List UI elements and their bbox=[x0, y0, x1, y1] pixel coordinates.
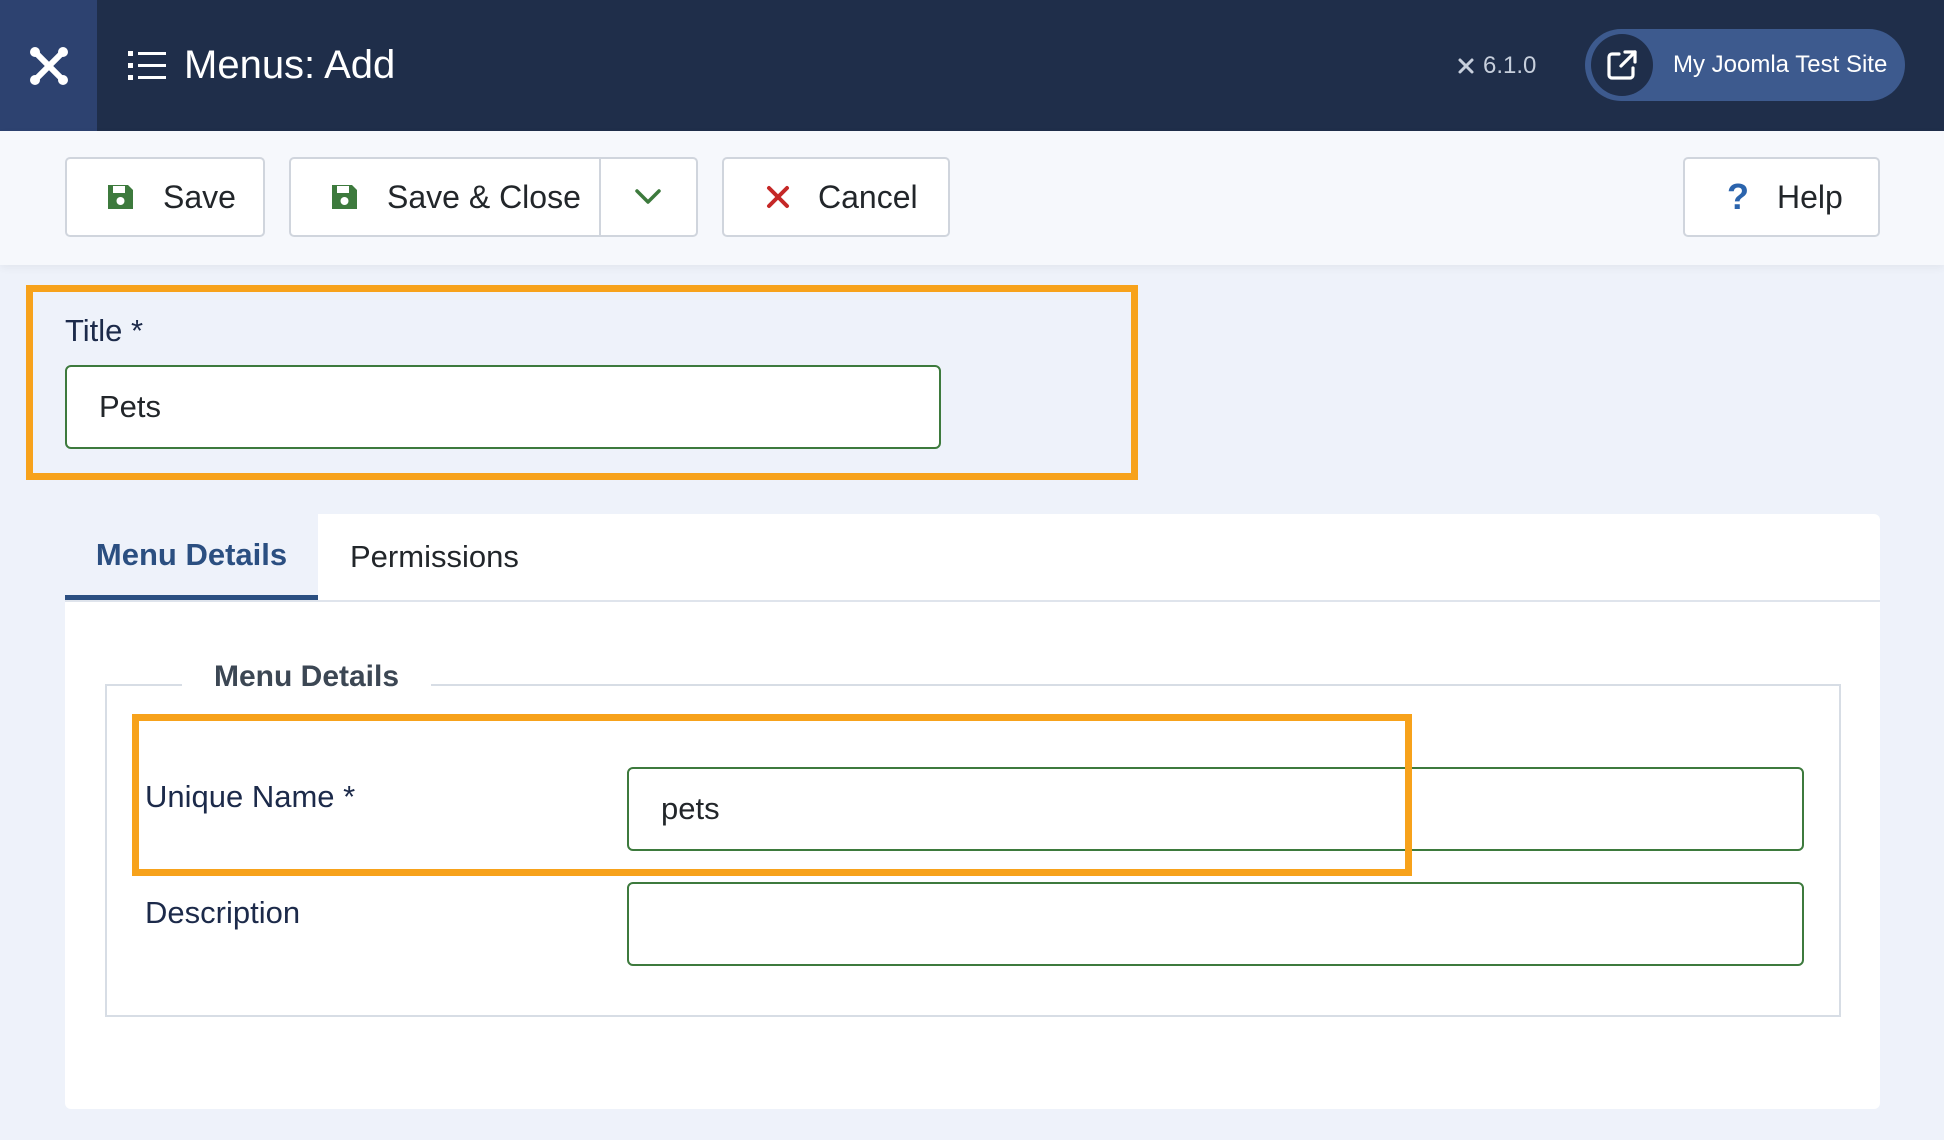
view-site-button[interactable]: My Joomla Test Site bbox=[1585, 29, 1905, 101]
title-label: Title * bbox=[65, 313, 144, 348]
save-button[interactable]: Save bbox=[65, 157, 265, 237]
tab-bar: Menu Details Permissions bbox=[65, 514, 1880, 602]
joomla-small-icon bbox=[1458, 58, 1474, 73]
version-text: 6.1.0 bbox=[1483, 51, 1537, 79]
joomla-logo[interactable] bbox=[0, 0, 97, 131]
unique-name-highlight-box bbox=[132, 714, 1412, 876]
page-title: Menus: Add bbox=[128, 0, 395, 131]
save-close-icon bbox=[329, 182, 359, 212]
save-close-label[interactable]: Save & Close bbox=[387, 179, 581, 216]
help-label: Help bbox=[1777, 178, 1843, 215]
title-input[interactable]: Pets bbox=[65, 365, 941, 449]
description-label: Description bbox=[145, 895, 301, 930]
top-header: Menus: Add 6.1.0 My Joomla Test Site bbox=[0, 0, 1944, 131]
close-icon bbox=[766, 185, 790, 209]
help-button[interactable]: ? Help bbox=[1683, 157, 1880, 237]
save-icon bbox=[105, 182, 135, 212]
page-title-text: Menus: Add bbox=[184, 43, 396, 87]
tab-permissions[interactable]: Permissions bbox=[350, 514, 519, 600]
version-info: 6.1.0 bbox=[1455, 0, 1536, 131]
title-input-value: Pets bbox=[99, 389, 162, 424]
save-label: Save bbox=[163, 178, 236, 215]
list-icon bbox=[128, 50, 166, 82]
joomla-logo-icon bbox=[29, 46, 68, 85]
description-input[interactable] bbox=[627, 882, 1804, 966]
fieldset-legend: Menu Details bbox=[182, 660, 432, 694]
cancel-label: Cancel bbox=[818, 178, 918, 215]
tab-menu-details[interactable]: Menu Details bbox=[65, 514, 318, 600]
view-site-label: My Joomla Test Site bbox=[1673, 51, 1888, 78]
save-close-button-group: Save & Close bbox=[289, 157, 698, 237]
cancel-button[interactable]: Cancel bbox=[722, 157, 950, 237]
chevron-down-icon[interactable] bbox=[599, 159, 696, 235]
question-icon: ? bbox=[1727, 176, 1749, 217]
toolbar: Save Save & Close Cancel ? Help bbox=[0, 131, 1944, 265]
external-link-icon bbox=[1591, 34, 1653, 96]
